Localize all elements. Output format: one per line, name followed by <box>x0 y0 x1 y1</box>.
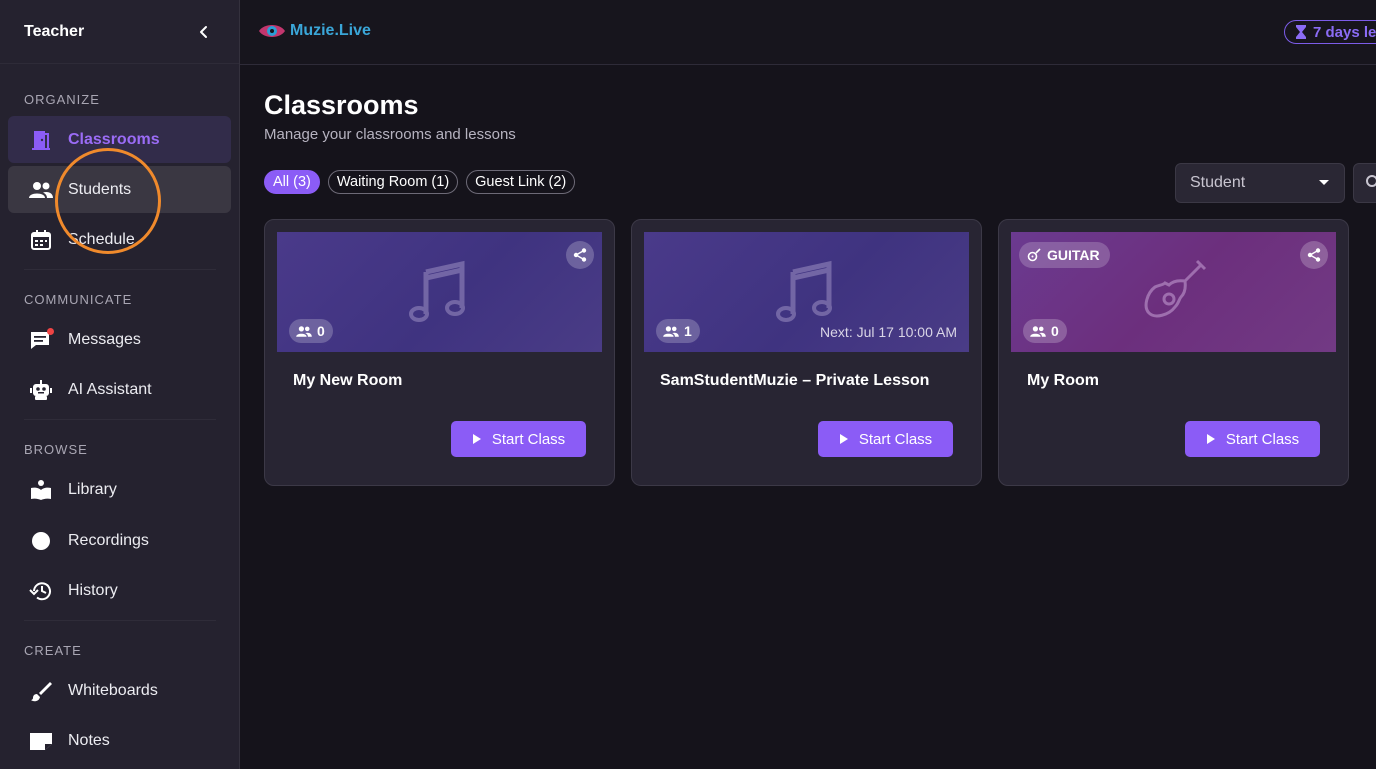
classroom-title: My New Room <box>293 372 403 389</box>
sidebar-divider <box>24 419 216 420</box>
page-title: Classrooms <box>264 90 419 120</box>
sidebar-item-students[interactable]: Students <box>8 166 231 213</box>
sidebar-item-notes[interactable]: Notes <box>8 717 231 764</box>
sidebar-item-recordings[interactable]: Recordings <box>8 517 231 564</box>
instrument-tag-label: GUITAR <box>1047 247 1100 263</box>
sidebar-item-label: Notes <box>68 731 110 749</box>
logo-text: Muzie.Live <box>290 22 371 39</box>
play-icon <box>472 434 481 444</box>
instrument-tag: GUITAR <box>1019 242 1110 268</box>
collapse-sidebar-button[interactable] <box>193 21 215 43</box>
sidebar-item-whiteboards[interactable]: Whiteboards <box>8 667 231 714</box>
caret-down-icon <box>1319 180 1329 185</box>
brush-icon <box>28 678 54 704</box>
filter-chip-all[interactable]: All (3) <box>264 170 320 194</box>
sidebar-item-label: Schedule <box>68 230 135 248</box>
participant-count: 0 <box>317 323 325 339</box>
participant-count-badge: 1 <box>656 319 700 343</box>
sidebar-header: Teacher <box>0 0 239 64</box>
music-note-icon <box>775 260 832 322</box>
guitar-icon <box>1027 248 1041 262</box>
search-icon <box>1366 175 1376 187</box>
classroom-card[interactable]: 0 My New Room Start Class <box>264 219 615 486</box>
classroom-card[interactable]: GUITAR 0 My Room Start Class <box>998 219 1349 486</box>
next-session-text: Next: Jul 17 10:00 AM <box>820 324 957 340</box>
start-class-button[interactable]: Start Class <box>818 421 953 457</box>
section-label-communicate: COMMUNICATE <box>24 292 133 307</box>
role-select-value: Student <box>1190 174 1246 191</box>
filter-chip-waiting-room[interactable]: Waiting Room (1) <box>327 170 459 194</box>
page-subtitle: Manage your classrooms and lessons <box>264 126 516 143</box>
sidebar-item-label: Students <box>68 180 132 198</box>
classroom-card[interactable]: 1 Next: Jul 17 10:00 AM SamStudentMuzie … <box>631 219 982 486</box>
sidebar-item-ai-assistant[interactable]: AI Assistant <box>8 366 231 413</box>
sidebar-item-label: Classrooms <box>68 130 160 148</box>
share-button[interactable] <box>566 241 594 269</box>
sidebar-item-label: Messages <box>68 330 141 348</box>
participant-count-badge: 0 <box>1023 319 1067 343</box>
section-label-create: CREATE <box>24 643 82 658</box>
chevron-left-icon <box>200 25 207 38</box>
door-icon <box>28 127 54 153</box>
trial-days-badge[interactable]: 7 days lef <box>1284 20 1376 44</box>
trial-days-text: 7 days lef <box>1313 23 1376 41</box>
music-note-icon <box>408 260 465 322</box>
share-icon <box>573 248 587 262</box>
sidebar-item-schedule[interactable]: Schedule <box>8 216 231 263</box>
start-class-label: Start Class <box>1225 430 1300 448</box>
sidebar-divider <box>24 269 216 270</box>
sidebar-item-label: History <box>68 581 118 599</box>
section-label-organize: ORGANIZE <box>24 92 100 107</box>
share-button[interactable] <box>1300 241 1328 269</box>
sidebar: Teacher ORGANIZE Classrooms Students Sch… <box>0 0 240 769</box>
participant-count: 1 <box>684 323 692 339</box>
role-select[interactable]: Student <box>1175 163 1345 203</box>
start-class-label: Start Class <box>491 430 566 448</box>
participant-count: 0 <box>1051 323 1059 339</box>
play-icon <box>1206 434 1215 444</box>
sidebar-item-label: AI Assistant <box>68 380 152 398</box>
play-icon <box>839 434 848 444</box>
sidebar-divider <box>24 620 216 621</box>
hourglass-icon <box>1295 24 1307 40</box>
note-icon <box>28 728 54 754</box>
classroom-thumbnail: 0 <box>277 232 602 352</box>
section-label-browse: BROWSE <box>24 442 88 457</box>
message-icon <box>28 327 54 353</box>
robot-icon <box>28 377 54 403</box>
people-icon <box>1030 325 1046 337</box>
notification-dot <box>47 327 54 335</box>
start-class-button[interactable]: Start Class <box>451 421 586 457</box>
sidebar-item-history[interactable]: History <box>8 567 231 614</box>
sidebar-item-messages[interactable]: Messages <box>8 316 231 363</box>
classroom-title: My Room <box>1027 372 1099 389</box>
record-icon <box>28 528 54 554</box>
app-logo[interactable]: Muzie.Live <box>258 19 371 43</box>
classroom-thumbnail: 1 Next: Jul 17 10:00 AM <box>644 232 969 352</box>
sidebar-item-label: Library <box>68 480 117 498</box>
filter-chips: All (3) Waiting Room (1) Guest Link (2) <box>264 170 576 194</box>
search-button[interactable] <box>1353 163 1376 203</box>
history-icon <box>28 578 54 604</box>
sidebar-item-classrooms[interactable]: Classrooms <box>8 116 231 163</box>
sidebar-item-label: Recordings <box>68 531 149 549</box>
people-icon <box>296 325 312 337</box>
calendar-icon <box>28 227 54 253</box>
participant-count-badge: 0 <box>289 319 333 343</box>
sidebar-title: Teacher <box>24 22 85 40</box>
top-bar: Muzie.Live 7 days lef <box>240 0 1376 65</box>
eye-logo-icon <box>259 25 285 37</box>
sidebar-item-label: Whiteboards <box>68 681 158 699</box>
sidebar-item-library[interactable]: Library <box>8 466 231 513</box>
classroom-title: SamStudentMuzie – Private Lesson <box>660 372 930 389</box>
start-class-label: Start Class <box>858 430 933 448</box>
start-class-button[interactable]: Start Class <box>1185 421 1320 457</box>
book-icon <box>28 477 54 503</box>
classroom-thumbnail: GUITAR 0 <box>1011 232 1336 352</box>
people-icon <box>28 177 54 203</box>
people-icon <box>663 325 679 337</box>
filter-chip-guest-link[interactable]: Guest Link (2) <box>466 170 576 194</box>
guitar-icon <box>1144 259 1206 318</box>
share-icon <box>1307 248 1321 262</box>
